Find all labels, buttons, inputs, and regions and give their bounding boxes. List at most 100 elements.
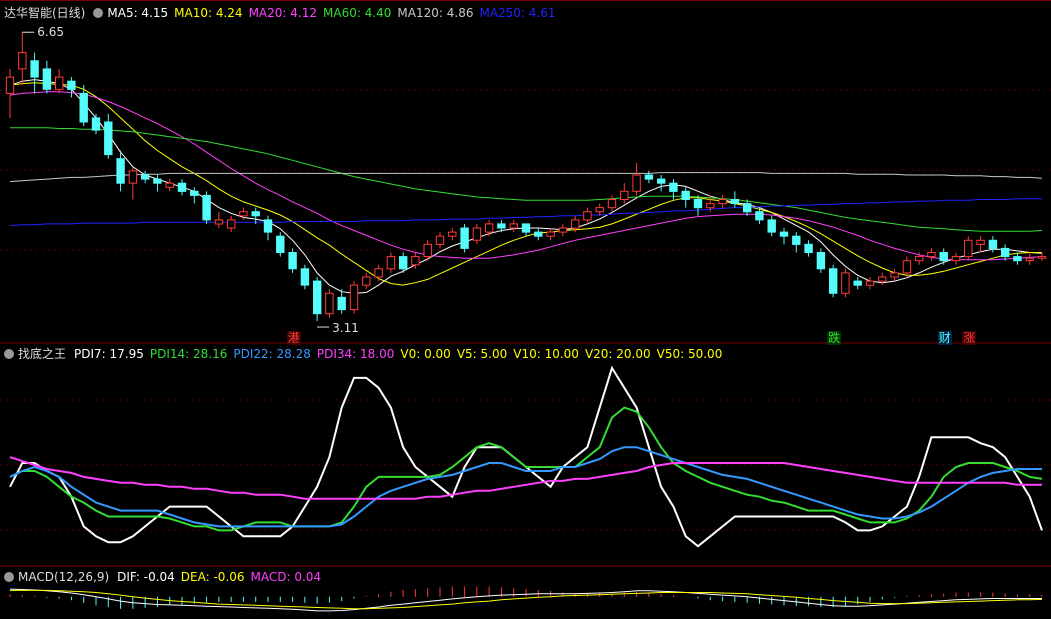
candle — [546, 231, 555, 237]
main-legend-item-2: MA20: 4.12 — [248, 6, 317, 20]
event-marker[interactable]: 财 — [937, 331, 952, 345]
candle — [448, 231, 457, 237]
candle — [423, 243, 432, 258]
candle — [42, 68, 52, 90]
candle — [300, 268, 310, 286]
candle — [939, 252, 948, 262]
candle — [374, 268, 383, 278]
candle — [460, 227, 469, 249]
candle — [865, 280, 875, 286]
candle — [902, 260, 912, 274]
candle — [927, 252, 936, 258]
indicator-legend-item-7: V20: 20.00 — [584, 347, 651, 361]
candle — [792, 235, 801, 245]
candle — [276, 235, 285, 253]
candle — [804, 243, 813, 254]
candle — [153, 178, 162, 184]
candle — [251, 211, 260, 217]
candle — [878, 276, 887, 282]
settings-dot-icon[interactable] — [4, 349, 14, 359]
candle — [91, 117, 101, 131]
candle — [67, 80, 76, 90]
candle — [399, 256, 408, 270]
candle — [349, 284, 359, 311]
candle — [976, 239, 985, 245]
low-price-label: 3.11 — [332, 321, 359, 336]
candle — [337, 296, 346, 311]
candle — [509, 223, 518, 229]
candle — [485, 223, 494, 233]
candle — [202, 194, 211, 221]
settings-dot-icon[interactable] — [93, 8, 104, 18]
candle — [829, 268, 838, 294]
candle — [743, 203, 752, 213]
candle — [841, 272, 850, 294]
candle — [583, 211, 592, 221]
candle — [607, 199, 617, 209]
candle — [313, 280, 322, 315]
candle — [1001, 247, 1010, 258]
candle — [18, 52, 27, 70]
candle — [779, 231, 789, 237]
candle — [964, 239, 973, 258]
main-legend-item-3: MA60: 4.40 — [323, 6, 392, 20]
candle — [386, 256, 396, 270]
candle — [620, 190, 629, 201]
candle — [79, 92, 88, 123]
macd-title: MACD(12,26,9) — [18, 570, 110, 584]
candle — [890, 272, 899, 278]
candle — [263, 219, 273, 233]
indicator-legend-item-0: PDI7: 17.95 — [74, 347, 144, 361]
candle — [1013, 256, 1022, 262]
candle — [325, 292, 334, 315]
candle — [472, 227, 482, 241]
candle — [521, 223, 531, 233]
candle — [595, 207, 604, 213]
indicator-legend: 找底之王 PDI7: 17.95 PDI14: 28.16 PDI22: 28.28 P… — [4, 346, 734, 362]
candle — [657, 178, 666, 184]
indicator-title: 找底之王 — [18, 347, 67, 361]
high-price-label: 6.65 — [37, 25, 64, 40]
event-marker[interactable]: 港 — [286, 331, 301, 345]
candle — [30, 60, 39, 78]
candle — [55, 76, 64, 90]
macd-legend-item-1: DEA: -0.06 — [180, 570, 245, 584]
event-marker[interactable]: 涨 — [962, 331, 977, 345]
candle — [853, 280, 862, 286]
ma-line-ma5 — [9, 79, 1043, 294]
candle — [718, 199, 727, 205]
candle — [1025, 257, 1034, 262]
candle — [632, 174, 641, 192]
candle — [730, 199, 740, 205]
macd-legend-item-2: MACD: 0.04 — [250, 570, 322, 584]
indicator-legend-item-2: PDI22: 28.28 — [233, 347, 311, 361]
main-legend-item-5: MA250: 4.61 — [479, 6, 556, 20]
candle — [497, 223, 506, 229]
candle — [104, 121, 113, 156]
candle — [755, 211, 764, 221]
candle — [214, 219, 224, 225]
ma-line-ma60 — [10, 127, 1043, 232]
ma-line-ma120 — [9, 172, 1043, 182]
stock-chart[interactable] — [0, 0, 1051, 619]
candle — [706, 203, 715, 209]
candle — [190, 190, 199, 196]
candle — [558, 227, 568, 233]
event-marker[interactable]: 跌 — [827, 331, 842, 345]
candle — [669, 182, 678, 192]
candle — [951, 256, 961, 262]
settings-dot-icon[interactable] — [4, 572, 14, 582]
candle — [411, 256, 420, 266]
candle — [988, 239, 998, 250]
candle — [227, 219, 236, 229]
indicator-legend-item-3: PDI34: 18.00 — [316, 347, 395, 361]
candle — [693, 199, 703, 209]
candle — [435, 235, 445, 245]
macd-legend-item-0: DIF: -0.04 — [117, 570, 175, 584]
main-legend-item-0: MA5: 4.15 — [107, 6, 169, 20]
indicator-legend-item-1: PDI14: 28.16 — [149, 347, 228, 361]
candle — [5, 76, 15, 94]
candle — [239, 211, 248, 217]
candle — [644, 174, 654, 180]
indicator-legend-item-6: V10: 10.00 — [513, 347, 579, 361]
